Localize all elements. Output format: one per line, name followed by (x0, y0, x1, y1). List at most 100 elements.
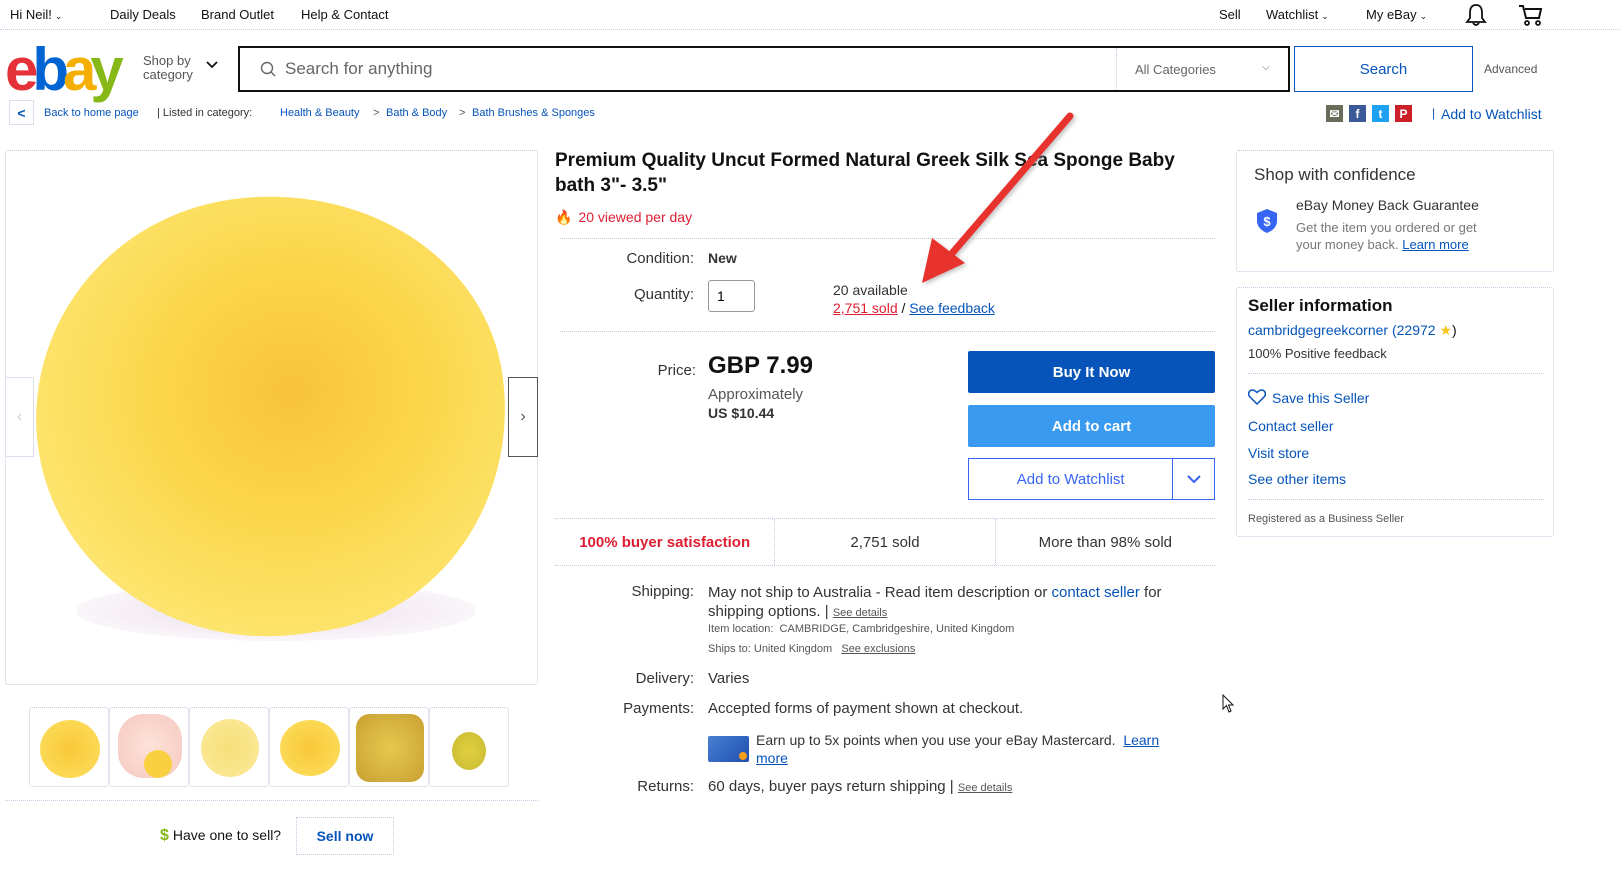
price-label: Price: (657, 362, 696, 379)
divider (5, 800, 538, 801)
cart-icon[interactable] (1518, 3, 1544, 27)
have-one-text: Have one to sell? (172, 827, 282, 843)
search-button[interactable]: Search (1294, 46, 1473, 92)
gallery-next-button[interactable]: › (508, 377, 538, 457)
contact-seller-link[interactable]: contact seller (1052, 584, 1140, 601)
thumbnail-1[interactable] (29, 707, 109, 787)
approx-price: US $10.44 (708, 405, 775, 421)
have-one-to-sell: $ Have one to sell? (160, 827, 281, 845)
email-share-icon[interactable]: ✉ (1326, 105, 1343, 122)
my-ebay-text: My eBay (1366, 7, 1417, 22)
promo-text: Earn up to 5x points when you use your e… (756, 732, 1116, 748)
item-title: Premium Quality Uncut Formed Natural Gre… (555, 150, 1175, 196)
search-input[interactable]: Search for anything (285, 59, 432, 79)
see-other-items-link[interactable]: See other items (1248, 471, 1346, 487)
condition-label: Condition: (626, 250, 694, 267)
facebook-share-icon[interactable]: f (1349, 105, 1366, 122)
separator: | (1432, 106, 1436, 120)
chevron-down-icon[interactable] (205, 58, 219, 72)
sold-feedback: 2,751 sold / See feedback (833, 300, 995, 316)
chevron-right-icon: › (520, 408, 526, 425)
svg-text:$: $ (1263, 214, 1271, 229)
add-to-watchlist-link[interactable]: Add to Watchlist (1441, 106, 1542, 122)
daily-deals-link[interactable]: Daily Deals (110, 7, 176, 22)
back-to-home-link[interactable]: Back to home page (44, 107, 139, 119)
breadcrumb-item-health-beauty[interactable]: Health & Beauty (280, 107, 360, 119)
thumbnail-3[interactable] (189, 707, 269, 787)
thumbnail-6[interactable] (429, 707, 509, 787)
item-location-label: Item location: (708, 623, 774, 635)
add-to-cart-button[interactable]: Add to cart (968, 405, 1215, 447)
chevron-down-icon[interactable]: ⌵ (1262, 62, 1270, 73)
chevron-left-icon: ‹ (16, 408, 23, 425)
learn-more-link[interactable]: Learn more (1402, 237, 1468, 252)
buy-it-now-button[interactable]: Buy It Now (968, 351, 1215, 393)
sponge-image (7, 165, 535, 667)
breadcrumb-item-bath-brushes[interactable]: Bath Brushes & Sponges (472, 107, 595, 119)
add-to-watchlist-button[interactable]: Add to Watchlist (968, 458, 1215, 500)
chevron-down-icon: ⌄ (1321, 11, 1329, 21)
thumbnail-5[interactable] (349, 707, 429, 787)
gallery-prev-button[interactable]: ‹ (5, 377, 34, 457)
shop-with-confidence-box: Shop with confidence $ eBay Money Back G… (1236, 150, 1554, 272)
watchlist-menu[interactable]: Watchlist ⌄ (1266, 7, 1329, 22)
thumbnail-strip (29, 707, 509, 787)
thumbnail-image (356, 714, 424, 782)
seller-name-link[interactable]: cambridgegreekcorner (1248, 322, 1388, 338)
returns-see-details-link[interactable]: See details (958, 782, 1012, 794)
pinterest-share-icon[interactable]: P (1395, 105, 1412, 122)
money-back-description: Get the item you ordered or get your mone… (1296, 219, 1477, 253)
save-seller-button[interactable]: Save this Seller (1247, 389, 1370, 406)
ebay-logo[interactable]: ebay (5, 40, 124, 100)
save-seller-text: Save this Seller (1272, 390, 1370, 406)
sold-link[interactable]: 2,751 sold (833, 300, 898, 316)
twitter-share-icon[interactable]: t (1372, 105, 1389, 122)
sell-link[interactable]: Sell (1219, 7, 1241, 22)
visit-store-link[interactable]: Visit store (1248, 445, 1309, 461)
search-bar: Search for anything All Categories ⌵ (238, 46, 1290, 92)
shipping-text-3: shipping options. | (708, 603, 829, 620)
price-value: GBP 7.99 (708, 352, 813, 379)
learn-more-link-cont[interactable]: more (756, 750, 788, 766)
contact-seller-link[interactable]: Contact seller (1248, 418, 1334, 434)
help-contact-link[interactable]: Help & Contact (301, 7, 388, 22)
item-stats: 100% buyer satisfaction 2,751 sold More … (555, 518, 1215, 566)
star-icon: ★ (1439, 322, 1453, 338)
watchlist-text: Watchlist (1266, 7, 1319, 22)
my-ebay-menu[interactable]: My eBay ⌄ (1366, 7, 1427, 22)
see-feedback-link[interactable]: See feedback (909, 300, 995, 316)
logo-y: y (90, 36, 123, 103)
mastercard-icon (708, 736, 749, 762)
shop-by-line1: Shop by (143, 53, 191, 68)
thumbnail-2[interactable] (109, 707, 189, 787)
positive-feedback: 100% Positive feedback (1248, 346, 1387, 361)
bell-icon[interactable] (1465, 3, 1487, 26)
payments-label: Payments: (623, 700, 694, 717)
breadcrumb-separator: > (373, 107, 380, 119)
category-select[interactable]: All Categories (1135, 62, 1216, 77)
slash: / (901, 300, 906, 316)
thumbnail-image-detail (144, 750, 172, 778)
greeting-menu[interactable]: Hi Neil! ⌄ (10, 7, 62, 22)
shop-by-category-button[interactable]: Shop by category (143, 54, 193, 82)
dollar-icon: $ (160, 827, 169, 844)
see-exclusions-link[interactable]: See exclusions (841, 643, 915, 655)
sell-now-button[interactable]: Sell now (296, 817, 394, 855)
returns-label: Returns: (637, 778, 694, 795)
available-text: 20 available (833, 282, 908, 298)
shipping-see-details-link[interactable]: See details (833, 607, 887, 619)
logo-b: b (32, 36, 69, 103)
watchlist-label: Add to Watchlist (1016, 470, 1125, 488)
breadcrumb-item-bath-body[interactable]: Bath & Body (386, 107, 447, 119)
thumbnail-4[interactable] (269, 707, 349, 787)
heart-icon (1247, 389, 1267, 406)
learn-more-link[interactable]: Learn (1123, 732, 1159, 748)
quantity-input[interactable] (708, 280, 755, 312)
back-button[interactable]: < (9, 100, 34, 125)
seller-feedback-score[interactable]: (22972 (1392, 322, 1436, 338)
advanced-search-link[interactable]: Advanced (1484, 62, 1537, 76)
watchlist-dropdown-button[interactable] (1172, 459, 1214, 499)
brand-outlet-link[interactable]: Brand Outlet (201, 7, 274, 22)
divider (560, 331, 1215, 332)
main-product-image[interactable] (5, 150, 538, 685)
